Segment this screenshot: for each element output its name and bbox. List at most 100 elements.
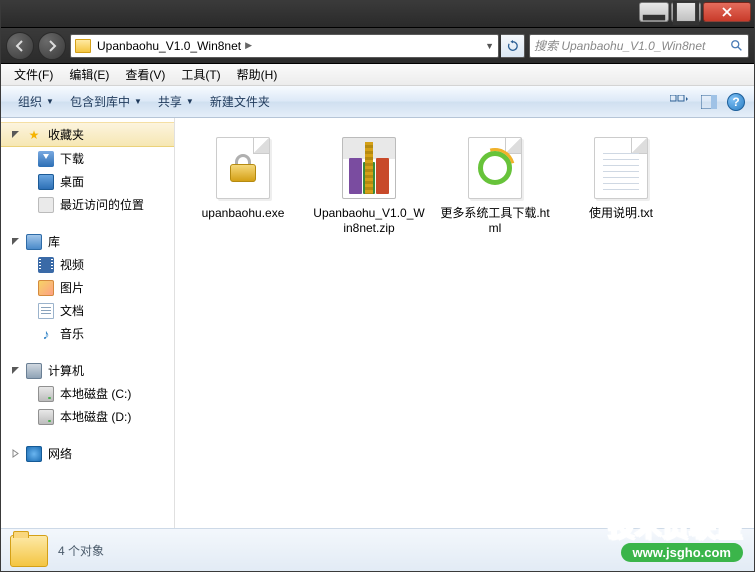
back-button[interactable]	[6, 32, 34, 60]
new-folder-button[interactable]: 新建文件夹	[202, 90, 278, 113]
document-icon	[38, 303, 54, 319]
navigation-bar: Upanbaohu_V1.0_Win8net ▶ ▼ 搜索 Upanbaohu_…	[0, 28, 755, 64]
collapse-icon[interactable]	[10, 366, 20, 376]
drive-icon	[38, 386, 54, 402]
help-button[interactable]: ?	[727, 93, 745, 111]
file-list[interactable]: upanbaohu.exe Upanbaohu_V1.0_Win8net.zip…	[175, 118, 755, 528]
title-bar	[0, 0, 755, 28]
network-icon	[26, 446, 42, 462]
file-name: upanbaohu.exe	[202, 206, 285, 221]
collapse-icon[interactable]	[10, 237, 20, 247]
download-icon	[38, 151, 54, 167]
maximize-button[interactable]	[671, 2, 701, 22]
organize-label: 组织	[18, 93, 42, 110]
share-button[interactable]: 共享 ▼	[150, 90, 202, 113]
sidebar-item-videos[interactable]: 视频	[0, 253, 174, 276]
sidebar-group-favorites[interactable]: ★ 收藏夹	[0, 122, 174, 147]
minimize-button[interactable]	[639, 2, 669, 22]
window-controls	[639, 2, 751, 22]
drive-icon	[38, 409, 54, 425]
picture-icon	[38, 280, 54, 296]
view-options-button[interactable]	[667, 91, 691, 113]
sidebar-item-label: 桌面	[60, 173, 84, 190]
sidebar-item-label: 文档	[60, 302, 84, 319]
dropdown-icon[interactable]: ▼	[485, 41, 494, 51]
navigation-pane: ★ 收藏夹 下载 桌面 最近访问的位置 库	[0, 118, 175, 528]
sidebar-item-label: 最近访问的位置	[60, 196, 144, 213]
share-label: 共享	[158, 93, 182, 110]
html-icon	[463, 136, 527, 200]
file-name: 使用说明.txt	[589, 206, 653, 221]
sidebar-item-downloads[interactable]: 下载	[0, 147, 174, 170]
watermark: 技术员联盟 www.jsgho.com	[608, 507, 743, 562]
sidebar-item-label: 图片	[60, 279, 84, 296]
sidebar-group-network[interactable]: 网络	[0, 442, 174, 465]
file-item-txt[interactable]: 使用说明.txt	[561, 130, 681, 242]
breadcrumb-item[interactable]: Upanbaohu_V1.0_Win8net	[97, 39, 241, 53]
archive-icon	[337, 136, 401, 200]
sidebar-group-libraries[interactable]: 库	[0, 230, 174, 253]
network-label: 网络	[48, 445, 72, 462]
star-icon: ★	[26, 127, 42, 143]
refresh-button[interactable]	[501, 34, 525, 58]
file-item-zip[interactable]: Upanbaohu_V1.0_Win8net.zip	[309, 130, 429, 242]
sidebar-item-pictures[interactable]: 图片	[0, 276, 174, 299]
include-label: 包含到库中	[70, 93, 130, 110]
object-count: 4 个对象	[58, 542, 104, 559]
menu-bar: 文件(F) 编辑(E) 查看(V) 工具(T) 帮助(H)	[0, 64, 755, 86]
computer-icon	[26, 363, 42, 379]
menu-tools[interactable]: 工具(T)	[173, 64, 228, 85]
folder-icon	[75, 39, 91, 53]
organize-button[interactable]: 组织 ▼	[10, 90, 62, 113]
sidebar-group-computer[interactable]: 计算机	[0, 359, 174, 382]
folder-icon	[10, 535, 48, 567]
libraries-label: 库	[48, 233, 60, 250]
sidebar-item-drive-d[interactable]: 本地磁盘 (D:)	[0, 405, 174, 428]
sidebar-item-desktop[interactable]: 桌面	[0, 170, 174, 193]
file-item-html[interactable]: 更多系统工具下载.html	[435, 130, 555, 242]
menu-edit[interactable]: 编辑(E)	[61, 64, 117, 85]
new-folder-label: 新建文件夹	[210, 93, 270, 110]
file-name: Upanbaohu_V1.0_Win8net.zip	[313, 206, 425, 236]
sidebar-item-music[interactable]: ♪ 音乐	[0, 322, 174, 345]
favorites-label: 收藏夹	[48, 126, 84, 143]
command-bar: 组织 ▼ 包含到库中 ▼ 共享 ▼ 新建文件夹 ?	[0, 86, 755, 118]
close-button[interactable]	[703, 2, 751, 22]
watermark-title: 技术员联盟	[608, 507, 743, 544]
sidebar-item-label: 视频	[60, 256, 84, 273]
chevron-down-icon: ▼	[134, 97, 142, 106]
file-item-exe[interactable]: upanbaohu.exe	[183, 130, 303, 242]
sidebar-item-documents[interactable]: 文档	[0, 299, 174, 322]
preview-pane-button[interactable]	[697, 91, 721, 113]
sidebar-item-label: 本地磁盘 (D:)	[60, 408, 131, 425]
menu-view[interactable]: 查看(V)	[117, 64, 173, 85]
sidebar-item-label: 本地磁盘 (C:)	[60, 385, 131, 402]
search-input[interactable]: 搜索 Upanbaohu_V1.0_Win8net	[529, 34, 749, 58]
sidebar-item-label: 下载	[60, 150, 84, 167]
chevron-down-icon: ▼	[46, 97, 54, 106]
search-icon	[730, 39, 744, 53]
watermark-url: www.jsgho.com	[621, 543, 743, 562]
video-icon	[38, 257, 54, 273]
expand-icon[interactable]	[10, 449, 20, 459]
explorer-body: ★ 收藏夹 下载 桌面 最近访问的位置 库	[0, 118, 755, 528]
desktop-icon	[38, 174, 54, 190]
chevron-down-icon: ▼	[186, 97, 194, 106]
include-library-button[interactable]: 包含到库中 ▼	[62, 90, 150, 113]
collapse-icon[interactable]	[10, 130, 20, 140]
menu-file[interactable]: 文件(F)	[6, 64, 61, 85]
recent-icon	[38, 197, 54, 213]
exe-icon	[211, 136, 275, 200]
computer-label: 计算机	[48, 362, 84, 379]
breadcrumb-separator-icon: ▶	[245, 40, 252, 51]
text-icon	[589, 136, 653, 200]
file-name: 更多系统工具下载.html	[439, 206, 551, 236]
sidebar-item-label: 音乐	[60, 325, 84, 342]
music-icon: ♪	[38, 326, 54, 342]
search-placeholder: 搜索 Upanbaohu_V1.0_Win8net	[534, 37, 705, 54]
forward-button[interactable]	[38, 32, 66, 60]
sidebar-item-drive-c[interactable]: 本地磁盘 (C:)	[0, 382, 174, 405]
address-bar[interactable]: Upanbaohu_V1.0_Win8net ▶ ▼	[70, 34, 499, 58]
menu-help[interactable]: 帮助(H)	[229, 64, 286, 85]
sidebar-item-recent[interactable]: 最近访问的位置	[0, 193, 174, 216]
